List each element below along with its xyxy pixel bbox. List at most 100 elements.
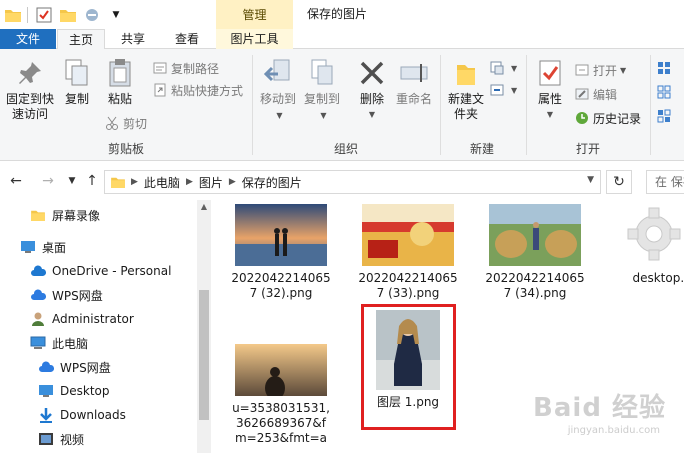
qat-separator [27, 6, 28, 23]
video-icon [38, 431, 54, 447]
forward-arrow-icon[interactable]: → [38, 171, 58, 191]
tab-view[interactable]: 查看 [163, 29, 211, 49]
easy-access-button[interactable]: ▼ [489, 81, 517, 99]
rename-icon [398, 57, 430, 89]
file-list: 20220422140657 (32).png 20220422140657 (… [211, 200, 684, 453]
edit-icon [574, 86, 590, 102]
navigation-pane: 屏幕录像 桌面 OneDrive - Personal WPS网盘 Admini… [0, 200, 211, 453]
chevron-down-icon[interactable]: ▼ [587, 175, 594, 185]
new-item-button[interactable]: ▼ [489, 59, 517, 77]
invert-selection-button[interactable] [656, 107, 675, 125]
properties-check-icon[interactable] [33, 4, 55, 26]
tab-share[interactable]: 共享 [110, 29, 156, 49]
breadcrumb-saved-pictures[interactable]: 保存的图片 [242, 174, 302, 191]
delete-x-icon [356, 57, 388, 89]
copy-to-button[interactable]: 复制到▼ [300, 57, 344, 123]
delete-label: 删除 [359, 92, 384, 106]
cut-button[interactable]: 剪切 [104, 114, 147, 132]
nav-item-label: OneDrive - Personal [52, 264, 172, 278]
paste-shortcut-button[interactable]: 粘贴快捷方式 [152, 81, 243, 99]
nav-item-onedrive[interactable]: OneDrive - Personal [30, 260, 171, 282]
user-icon [30, 311, 46, 327]
chevron-right-icon[interactable]: ▶ [186, 177, 193, 187]
back-arrow-icon[interactable]: ← [6, 171, 26, 191]
paste-shortcut-icon [152, 82, 168, 98]
scrollbar-thumb[interactable] [199, 290, 209, 420]
nav-pane-scrollbar[interactable]: ▲ [197, 200, 211, 453]
properties-button[interactable]: 属性 ▼ [532, 57, 568, 122]
tab-file[interactable]: 文件 [0, 29, 56, 49]
file-item[interactable]: 20220422140657 (34).png [481, 204, 589, 301]
tab-picture-tools[interactable]: 图片工具 [216, 29, 293, 49]
recent-locations-icon[interactable]: ▼ [62, 171, 82, 191]
new-folder-icon [450, 57, 482, 89]
nav-item-label: 屏幕录像 [52, 208, 101, 223]
up-arrow-icon[interactable]: ↑ [82, 171, 102, 191]
organize-group-label: 组织 [333, 142, 358, 156]
move-to-button[interactable]: 移动到▼ [258, 57, 298, 123]
nav-item-administrator[interactable]: Administrator [30, 308, 134, 330]
nav-item-wps-cloud-2[interactable]: WPS网盘 [38, 356, 111, 378]
nav-item-wps-cloud[interactable]: WPS网盘 [30, 284, 103, 306]
edit-button[interactable]: 编辑 [574, 85, 617, 103]
paste-button[interactable]: 粘贴 [103, 57, 137, 107]
file-item[interactable]: 20220422140657 (32).png [227, 204, 335, 301]
new-folder-icon[interactable] [57, 4, 79, 26]
copy-path-button[interactable]: 复制路径 [152, 59, 219, 77]
clipboard-group-label: 剪贴板 [107, 142, 144, 156]
nav-item-label: WPS网盘 [52, 288, 103, 303]
chevron-right-icon: ▶ [131, 177, 138, 187]
nav-item-this-pc[interactable]: 此电脑 [30, 332, 88, 354]
tab-home[interactable]: 主页 [57, 29, 105, 50]
file-item[interactable]: desktop.i [606, 204, 684, 286]
nav-item-label: WPS网盘 [60, 360, 111, 375]
address-row: ← → ▼ ↑ ▶ 此电脑 ▶ 图片 ▶ 保存的图片 ▼ ↻ 在 保存 [0, 162, 684, 200]
breadcrumb-pictures[interactable]: 图片 [199, 174, 223, 191]
nav-item-label: 桌面 [42, 240, 67, 255]
properties-check-icon [534, 57, 566, 89]
open-icon [574, 62, 590, 78]
cut-label: 剪切 [123, 116, 148, 131]
window-title: 保存的图片 [307, 7, 368, 21]
breadcrumb-this-pc[interactable]: 此电脑 [144, 174, 180, 191]
new-group-label: 新建 [469, 142, 494, 156]
highlight-frame [361, 304, 456, 430]
folder-icon[interactable] [2, 4, 24, 26]
customize-qat-icon[interactable]: ▼ [105, 4, 127, 26]
nav-item-screen-recordings[interactable]: 屏幕录像 [30, 204, 100, 226]
rename-label: 重命名 [395, 92, 432, 106]
search-input[interactable]: 在 保存 [646, 170, 684, 194]
select-all-button[interactable] [656, 59, 675, 77]
move-to-label: 移动到▼ [259, 92, 296, 120]
select-none-button[interactable] [656, 83, 675, 101]
file-item[interactable]: u=3538031531,3626689367&fm=253&fmt=a [227, 344, 335, 446]
chevron-right-icon[interactable]: ▶ [229, 177, 236, 187]
open-button[interactable]: 打开 ▼ [574, 61, 626, 79]
address-bar[interactable]: ▶ 此电脑 ▶ 图片 ▶ 保存的图片 ▼ [104, 170, 601, 194]
cloud-icon [30, 263, 46, 279]
nav-item-downloads[interactable]: Downloads [38, 404, 126, 426]
refresh-icon[interactable]: ↻ [606, 170, 632, 194]
scissors-icon [104, 115, 120, 131]
delete-dropdown-icon[interactable]: ▼ [369, 107, 375, 122]
delete-button[interactable]: 删除 ▼ [354, 57, 390, 122]
file-item[interactable]: 20220422140657 (33).png [354, 204, 462, 301]
nav-item-desktop[interactable]: 桌面 [20, 236, 66, 258]
pin-to-quick-access-button[interactable]: 固定到快速访问 [4, 57, 56, 122]
new-folder-button[interactable]: 新建文件夹 [446, 57, 486, 122]
manage-contextual-tab[interactable]: 管理 [216, 0, 293, 29]
rename-button[interactable]: 重命名 [394, 57, 434, 107]
copy-button[interactable]: 复制 [60, 57, 94, 107]
scroll-up-icon[interactable]: ▲ [197, 200, 211, 214]
edit-label: 编辑 [593, 87, 618, 102]
nav-item-videos[interactable]: 视频 [38, 428, 84, 450]
history-button[interactable]: 历史记录 [574, 109, 641, 127]
file-name: u=3538031531,3626689367&fm=253&fmt=a [232, 401, 330, 445]
nav-item-desktop-2[interactable]: Desktop [38, 380, 110, 402]
select-none-icon [656, 84, 672, 100]
history-label: 历史记录 [593, 111, 642, 126]
undo-icon[interactable] [81, 4, 103, 26]
properties-dropdown-icon[interactable]: ▼ [547, 107, 553, 122]
history-icon [574, 110, 590, 126]
copy-path-icon [152, 60, 168, 76]
